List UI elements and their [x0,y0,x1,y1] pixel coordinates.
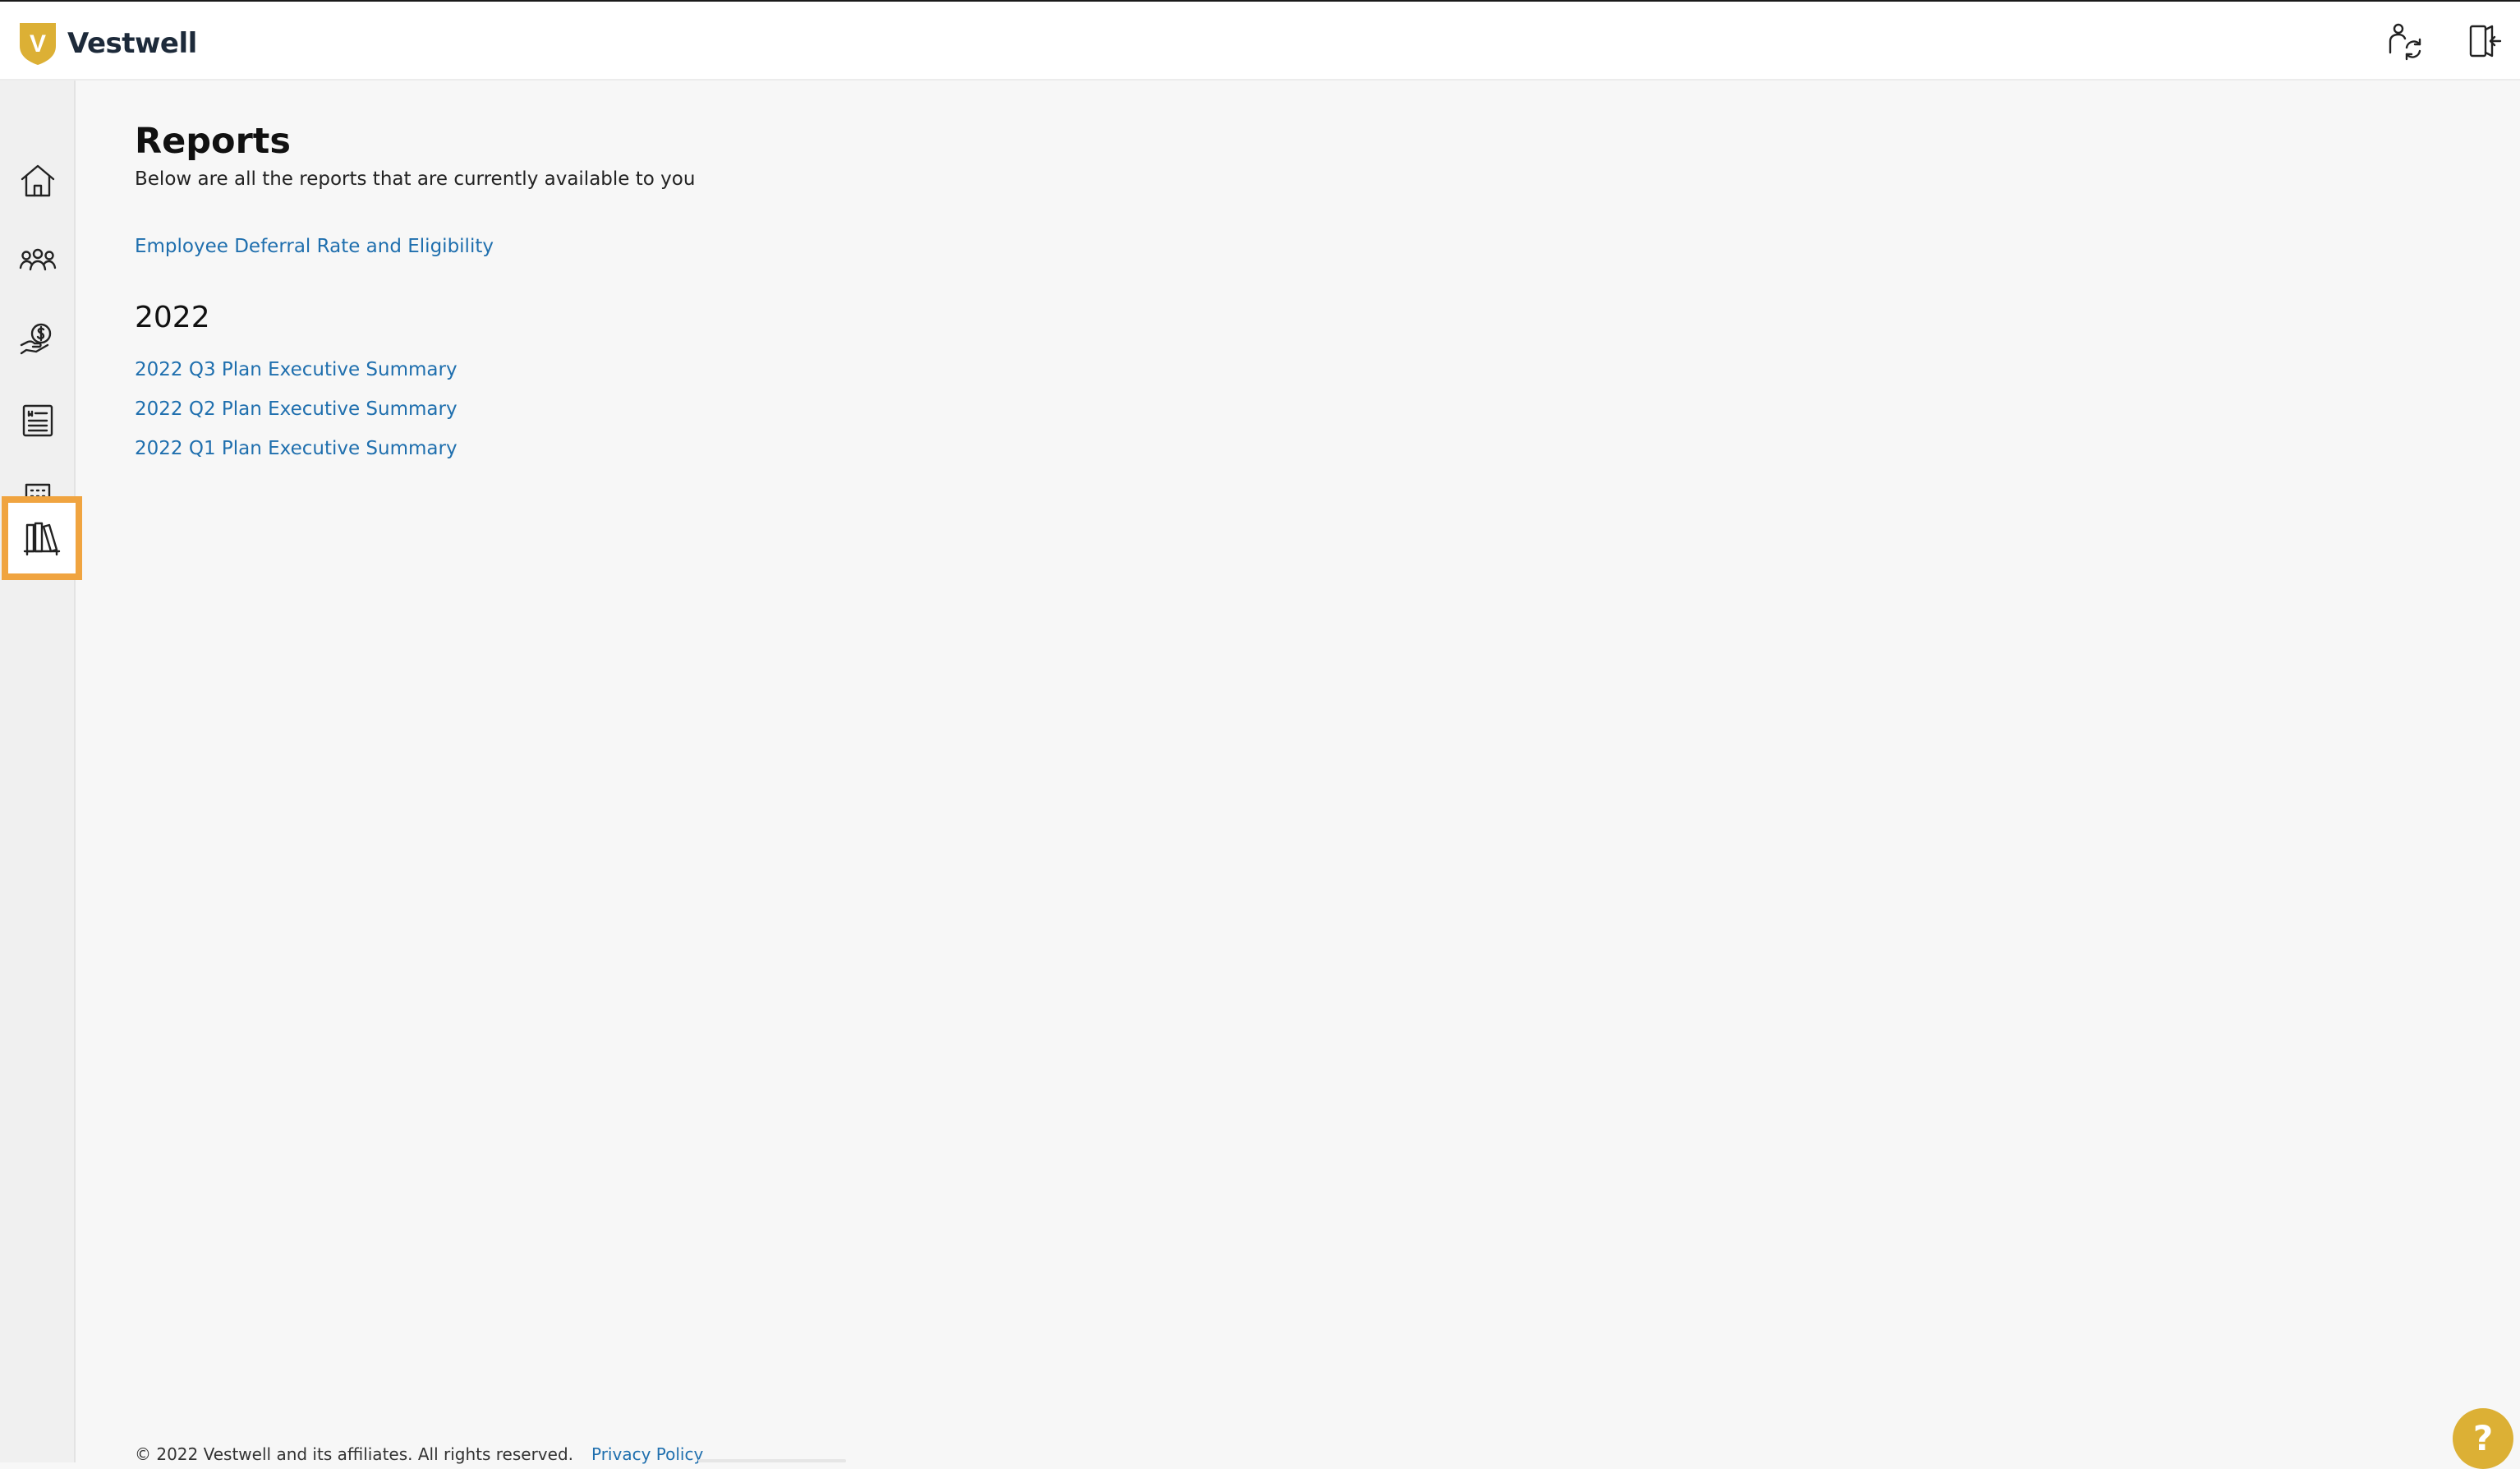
sidebar-item-home[interactable] [0,141,76,220]
page-subtitle: Below are all the reports that are curre… [135,168,696,190]
sign-out-button[interactable] [2461,18,2507,64]
header-actions [2349,2,2520,81]
sidebar-nav [0,81,82,1462]
switch-user-button[interactable] [2382,18,2428,64]
footer-divider [698,1459,846,1462]
sidebar-item-employees[interactable] [0,220,76,299]
brand-logo[interactable]: V Vestwell [18,21,197,66]
sign-out-icon [2469,25,2502,58]
brand-name: Vestwell [67,27,197,60]
library-books-icon [23,522,61,556]
home-icon [21,164,55,197]
report-link-q1-summary[interactable]: 2022 Q1 Plan Executive Summary [135,435,458,462]
help-button[interactable]: ? [2453,1408,2513,1469]
top-bar: V Vestwell [0,0,2520,81]
page-title: Reports [135,121,291,162]
report-link-q2-summary[interactable]: 2022 Q2 Plan Executive Summary [135,396,458,422]
report-link-employee-deferral[interactable]: Employee Deferral Rate and Eligibility [135,233,494,260]
brand-letter: V [30,30,46,58]
sidebar-item-contributions[interactable] [0,301,76,380]
sidebar-item-reports[interactable] [2,496,82,580]
year-heading: 2022 [135,301,210,334]
people-icon [19,248,57,271]
contribution-hand-icon [20,323,52,355]
help-icon: ? [2472,1418,2494,1458]
switch-user-icon [2389,23,2421,61]
report-link-q3-summary[interactable]: 2022 Q3 Plan Executive Summary [135,357,458,383]
document-list-icon [22,404,53,437]
main-content: Reports Below are all the reports that a… [77,81,2520,1462]
sidebar-item-documents[interactable] [0,381,76,460]
vestwell-shield-logo: V [20,23,56,65]
